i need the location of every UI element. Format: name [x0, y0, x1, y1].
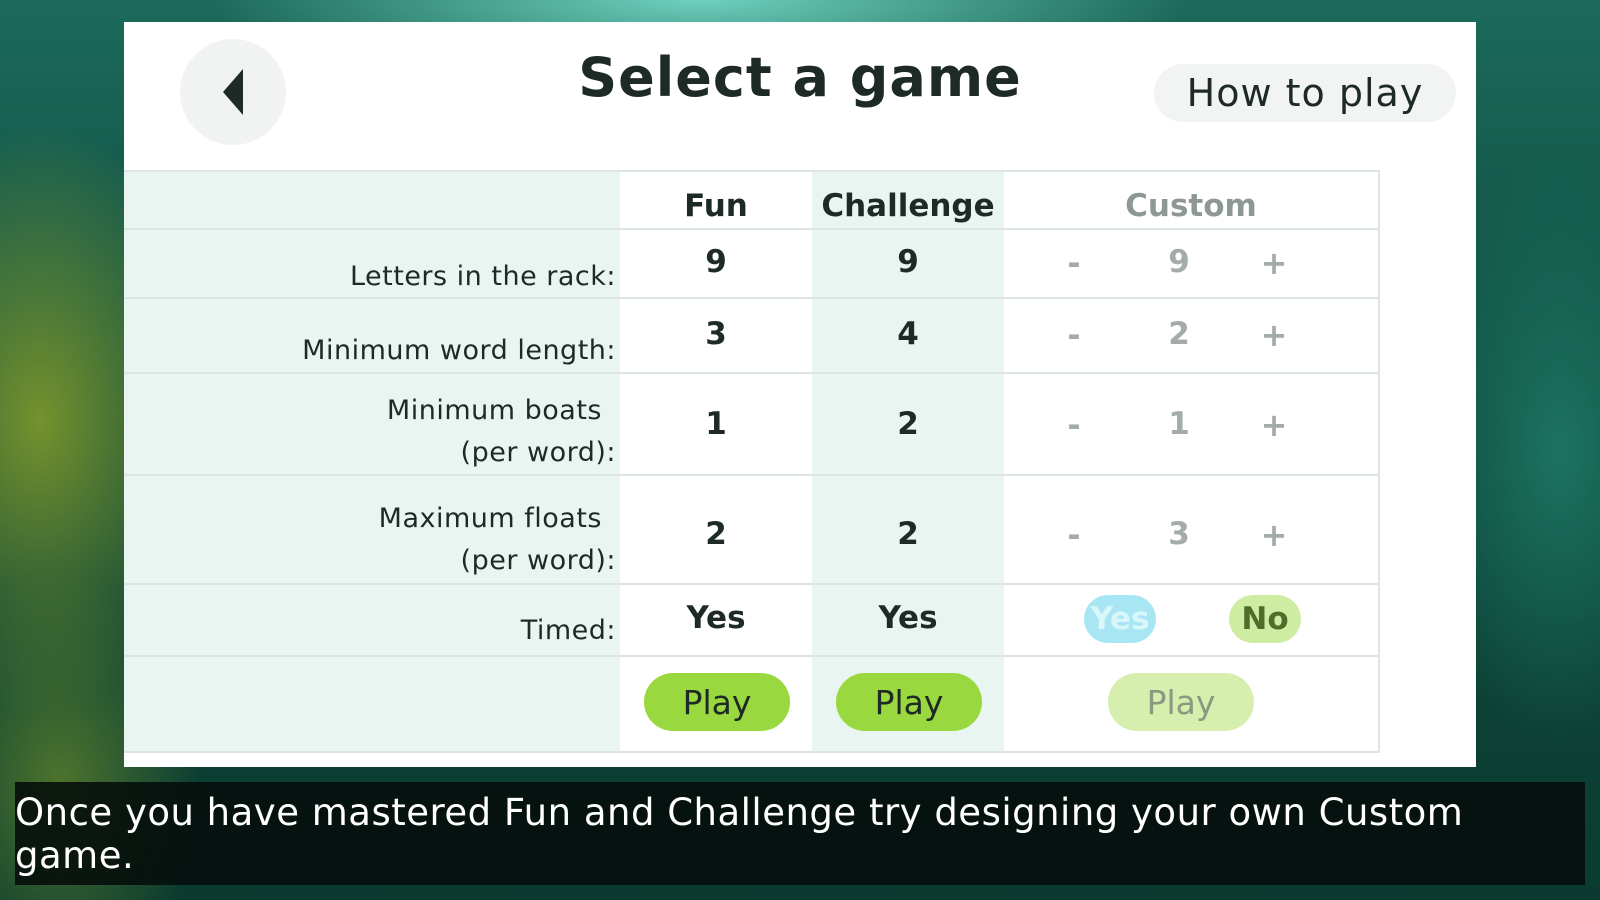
- max-floats-decrement-button[interactable]: -: [1059, 516, 1089, 554]
- row-label-letters: Letters in the rack:: [349, 261, 616, 292]
- column-header-challenge: Challenge: [821, 188, 995, 224]
- row-label-max-floats: Maximum floats (per word):: [124, 498, 616, 582]
- caption-banner: Once you have mastered Fun and Challenge…: [15, 782, 1585, 885]
- custom-max-floats-value: 3: [1168, 516, 1190, 552]
- custom-letters-value: 9: [1168, 244, 1190, 280]
- min-boats-label-line2: (per word):: [460, 437, 616, 468]
- min-boats-label-line1: Minimum boats: [386, 395, 602, 426]
- min-word-increment-button[interactable]: +: [1259, 316, 1289, 354]
- play-challenge-button[interactable]: Play: [836, 673, 982, 731]
- play-fun-button[interactable]: Play: [644, 673, 790, 731]
- fun-min-boats-value: 1: [705, 406, 727, 442]
- row-divider: [124, 372, 1380, 374]
- row-divider: [124, 228, 1380, 230]
- how-to-play-button[interactable]: How to play: [1154, 64, 1456, 122]
- row-divider: [124, 583, 1380, 585]
- challenge-max-floats-value: 2: [897, 516, 919, 552]
- row-divider: [124, 655, 1380, 657]
- challenge-letters-value: 9: [897, 244, 919, 280]
- challenge-min-boats-value: 2: [897, 406, 919, 442]
- game-select-panel: Select a game How to play Fun Challenge …: [124, 22, 1476, 767]
- row-label-min-boats: Minimum boats (per word):: [124, 390, 616, 474]
- row-divider: [124, 751, 1380, 753]
- column-header-fun: Fun: [684, 188, 748, 224]
- fun-max-floats-value: 2: [705, 516, 727, 552]
- row-label-timed: Timed:: [520, 615, 616, 646]
- challenge-timed-value: Yes: [878, 600, 938, 636]
- min-boats-increment-button[interactable]: +: [1259, 406, 1289, 444]
- custom-min-boats-value: 1: [1168, 406, 1190, 442]
- fun-timed-value: Yes: [686, 600, 746, 636]
- max-floats-label-line2: (per word):: [460, 545, 616, 576]
- custom-timed-yes-toggle[interactable]: Yes: [1084, 595, 1156, 643]
- custom-min-word-value: 2: [1168, 316, 1190, 352]
- fun-min-word-value: 3: [705, 316, 727, 352]
- max-floats-label-line1: Maximum floats: [378, 503, 602, 534]
- min-word-decrement-button[interactable]: -: [1059, 316, 1089, 354]
- play-custom-button[interactable]: Play: [1108, 673, 1254, 731]
- row-divider: [124, 170, 1380, 172]
- letters-increment-button[interactable]: +: [1259, 244, 1289, 282]
- challenge-min-word-value: 4: [897, 316, 919, 352]
- row-divider: [124, 474, 1380, 476]
- column-header-custom: Custom: [1125, 188, 1257, 224]
- max-floats-increment-button[interactable]: +: [1259, 516, 1289, 554]
- letters-decrement-button[interactable]: -: [1059, 244, 1089, 282]
- game-settings-table: Fun Challenge Custom Letters in the rack…: [124, 170, 1380, 753]
- min-boats-decrement-button[interactable]: -: [1059, 406, 1089, 444]
- row-label-min-word-length: Minimum word length:: [302, 335, 616, 366]
- fun-letters-value: 9: [705, 244, 727, 280]
- table-right-border: [1378, 170, 1380, 753]
- custom-timed-no-toggle[interactable]: No: [1229, 595, 1301, 643]
